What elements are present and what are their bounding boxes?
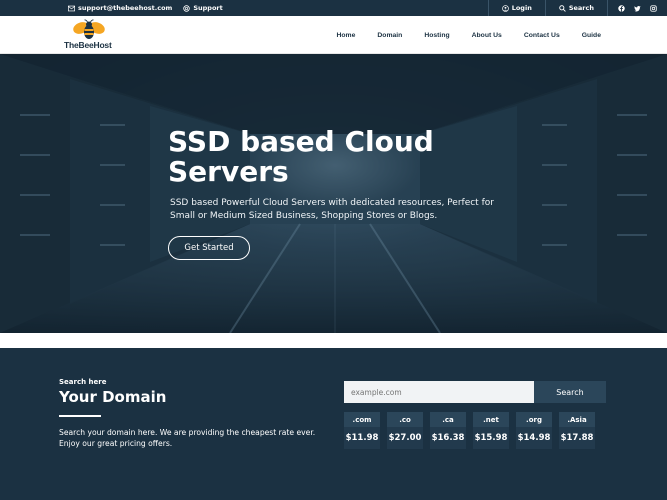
tld-ext: .ca [430, 412, 466, 427]
envelope-icon [68, 5, 75, 11]
instagram-icon[interactable] [650, 4, 657, 12]
support-link[interactable]: Support [183, 4, 223, 12]
domain-search-button[interactable]: Search [534, 381, 606, 403]
section-spacer [0, 333, 667, 348]
tld-net[interactable]: .net $15.98 [473, 412, 509, 449]
tld-com[interactable]: .com $11.98 [344, 412, 380, 449]
tld-ext: .co [387, 412, 423, 427]
tld-price-list: .com $11.98 .co $27.00 .ca $16.38 .net $… [344, 412, 595, 449]
server-room-background [0, 54, 667, 333]
tld-price: $11.98 [344, 427, 380, 449]
user-circle-icon [501, 4, 509, 12]
lifebuoy-icon [183, 4, 191, 12]
tld-price: $14.98 [516, 427, 552, 449]
social-links [607, 0, 667, 16]
domain-title: Your Domain [59, 388, 167, 406]
domain-search-input[interactable] [344, 381, 534, 403]
nav-hosting[interactable]: Hosting [424, 32, 449, 39]
tld-ca[interactable]: .ca $16.38 [430, 412, 466, 449]
tld-price: $15.98 [473, 427, 509, 449]
domain-description: Search your domain here. We are providin… [59, 428, 316, 448]
get-started-button[interactable]: Get Started [168, 236, 250, 260]
login-label: Login [511, 4, 532, 12]
domain-search-section: Search here Your Domain Search your doma… [0, 348, 667, 500]
login-button[interactable]: Login [487, 0, 545, 16]
hero-banner: SSD based Cloud Servers SSD based Powerf… [0, 54, 667, 333]
nav-home[interactable]: Home [337, 32, 356, 39]
top-search-button[interactable]: Search [544, 0, 607, 16]
hero-description: SSD based Powerful Cloud Servers with de… [170, 198, 494, 221]
facebook-icon[interactable] [618, 4, 625, 12]
support-link-text: Support [193, 4, 223, 12]
tld-co[interactable]: .co $27.00 [387, 412, 423, 449]
brand-name: TheBeeHost [64, 40, 112, 50]
top-bar: support@thebeehost.com Support Login Sea… [0, 0, 667, 16]
nav-guide[interactable]: Guide [582, 32, 601, 39]
hero-title: SSD based Cloud Servers [168, 125, 434, 188]
tld-org[interactable]: .org $14.98 [516, 412, 552, 449]
top-search-label: Search [568, 4, 594, 12]
brand-logo[interactable]: TheBeeHost [64, 19, 124, 53]
title-underline [59, 415, 101, 417]
tld-price: $16.38 [430, 427, 466, 449]
support-email-text: support@thebeehost.com [78, 4, 173, 12]
nav-contact-us[interactable]: Contact Us [524, 32, 560, 39]
tld-ext: .com [344, 412, 380, 427]
tld-price: $27.00 [387, 427, 423, 449]
nav-about-us[interactable]: About Us [472, 32, 502, 39]
tld-price: $17.88 [559, 427, 595, 449]
main-nav: Home Domain Hosting About Us Contact Us … [315, 16, 602, 54]
tld-ext: .Asia [559, 412, 595, 427]
support-email[interactable]: support@thebeehost.com [68, 4, 172, 12]
tld-ext: .org [516, 412, 552, 427]
tld-ext: .net [473, 412, 509, 427]
tld-asia[interactable]: .Asia $17.88 [559, 412, 595, 449]
twitter-icon[interactable] [634, 5, 641, 12]
site-header: TheBeeHost Home Domain Hosting About Us … [0, 16, 667, 54]
domain-kicker: Search here [59, 378, 107, 386]
nav-domain[interactable]: Domain [377, 32, 402, 39]
search-icon [559, 4, 566, 12]
